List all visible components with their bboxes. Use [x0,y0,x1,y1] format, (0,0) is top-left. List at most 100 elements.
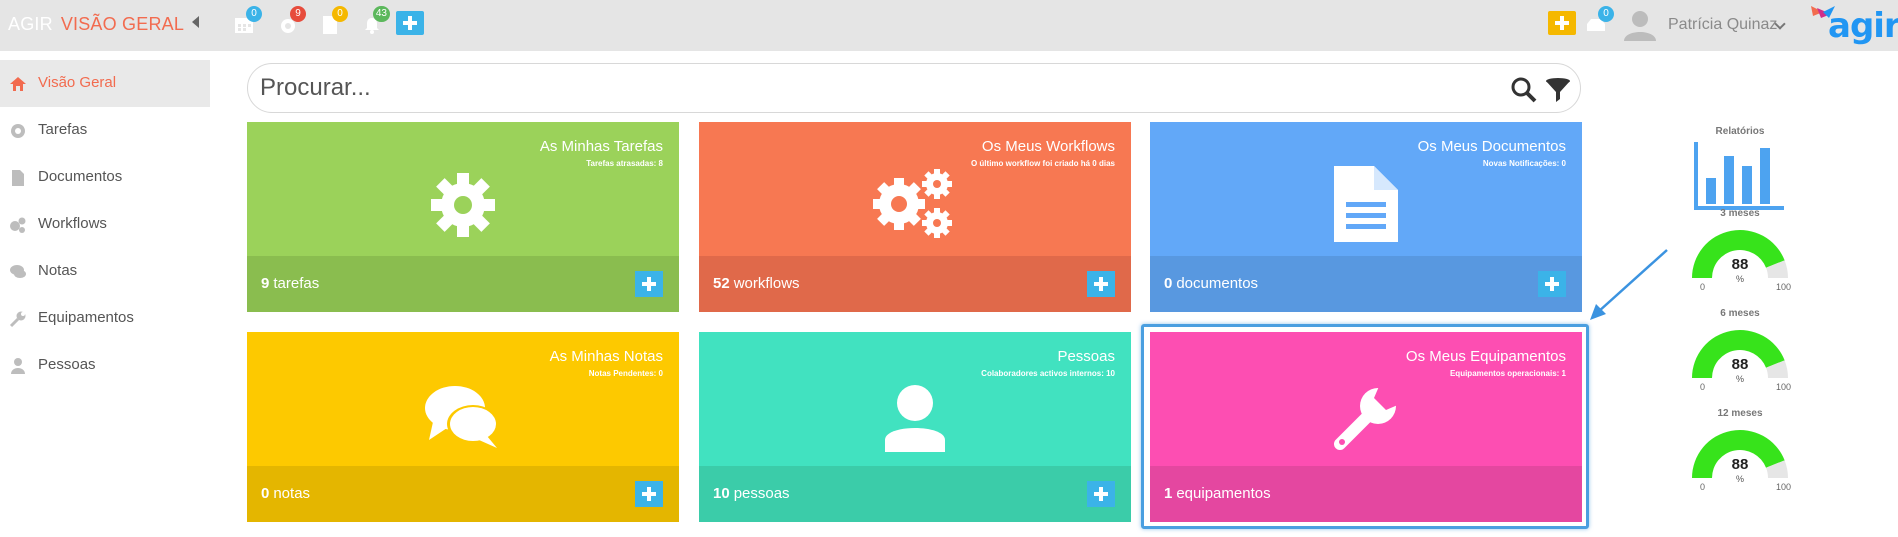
agir-logo: agir [1805,2,1898,48]
person-icon [885,385,945,452]
collapse-sidebar-icon[interactable] [192,16,199,28]
tile-tarefas[interactable]: As Minhas Tarefas Tarefas atrasadas: 8 9… [247,122,679,312]
tile-count: 52 workflows [713,275,800,292]
gauge[interactable]: 88% 0 100 [1680,224,1800,294]
tile-documentos[interactable]: Os Meus Documentos Novas Notificações: 0… [1150,122,1582,312]
gears-icon [873,169,952,238]
sidebar-item-equipamentos[interactable]: Equipamentos [0,295,210,342]
sidebar-item-notas[interactable]: Notas [0,248,210,295]
bar-chart-icon[interactable] [1694,142,1784,210]
tile-subtitle: Tarefas atrasadas: 8 [586,159,663,168]
tile-title: As Minhas Notas [549,348,663,365]
sidebar-item-visao-geral[interactable]: Visão Geral [0,60,210,107]
tile-title: Os Meus Documentos [1417,138,1566,155]
gauge-min: 0 [1700,282,1706,292]
sidebar-item-workflows[interactable]: Workflows [0,201,210,248]
gear-icon [431,173,495,237]
tile-subtitle: Notas Pendentes: 0 [588,369,663,378]
tile-subtitle: Colaboradores activos internos: 10 [981,369,1115,378]
add-pessoa-button[interactable] [1087,481,1115,507]
add-nota-button[interactable] [635,481,663,507]
top-bar: AGIR VISÃO GERAL 0 9 0 43 0 Patrícia Qui… [0,0,1898,51]
messages-badge: 0 [1598,6,1614,22]
documents-badge: 0 [332,6,348,22]
tile-footer: 10 pessoas [699,466,1131,522]
sidebar-item-documentos[interactable]: Documentos [0,154,210,201]
search-input[interactable] [260,72,1480,104]
tile-top: Pessoas Colaboradores activos internos: … [699,332,1131,466]
gauge[interactable]: 88% 0 100 [1680,324,1800,394]
document-icon [1334,166,1398,242]
wrench-icon [9,311,26,328]
tile-count-unit: tarefas [273,275,320,292]
gauge-value: 88 [1731,456,1749,473]
sidebar-item-label: Visão Geral [38,74,117,91]
highlight-frame [1141,324,1589,529]
reports-title: Relatórios [1715,126,1765,137]
gears-icon [10,217,26,233]
tile-count: 9 tarefas [261,275,319,292]
quick-add-button[interactable] [1548,11,1576,35]
avatar-icon[interactable] [1622,8,1658,42]
logo-text: agir [1828,6,1898,46]
chat-icon [10,265,26,278]
tile-count-unit: documentos [1176,275,1259,292]
annotation-arrow-icon [1590,249,1668,320]
tile-top: Os Meus Workflows O último workflow foi … [699,122,1131,256]
tile-workflows[interactable]: Os Meus Workflows O último workflow foi … [699,122,1131,312]
tile-count-unit: pessoas [733,485,790,502]
tile-footer: 0 notas [247,466,679,522]
sidebar-item-tarefas[interactable]: Tarefas [0,107,210,154]
sidebar-item-label: Tarefas [38,121,88,138]
tile-count-value: 52 [713,275,730,292]
tile-subtitle: O último workflow foi criado há 0 dias [970,159,1115,168]
gauge-value: 88 [1731,256,1749,273]
tile-top: Os Meus Documentos Novas Notificações: 0 [1150,122,1582,256]
add-tarefa-button[interactable] [635,271,663,297]
tile-count-value: 0 [261,485,270,502]
tile-count-unit: workflows [733,275,800,292]
gauge-label: 12 meses [1717,408,1763,419]
gauge-max: 100 [1776,382,1792,392]
filter-icon[interactable] [1544,76,1572,104]
tile-pessoas[interactable]: Pessoas Colaboradores activos internos: … [699,332,1131,522]
add-button[interactable] [396,11,424,35]
add-documento-button[interactable] [1538,271,1566,297]
brand[interactable]: AGIR VISÃO GERAL [8,14,184,35]
tasks-badge: 9 [290,6,306,22]
sidebar-item-label: Equipamentos [38,309,134,326]
tile-count-unit: notas [273,485,311,502]
sidebar-item-label: Documentos [38,168,123,185]
documents-button[interactable]: 0 [318,6,348,38]
tile-title: Pessoas [1057,348,1115,365]
tile-subtitle: Novas Notificações: 0 [1482,159,1566,168]
messages-button[interactable]: 0 [1584,6,1614,38]
gear-icon [11,124,25,138]
gauge-max: 100 [1776,482,1792,492]
search-icon[interactable] [1510,76,1538,104]
tile-count: 0 documentos [1164,275,1258,292]
tile-footer: 9 tarefas [247,256,679,312]
tile-footer: 0 documentos [1150,256,1582,312]
notifications-button[interactable]: 43 [360,6,390,38]
calendar-button[interactable]: 0 [232,6,262,38]
calendar-badge: 0 [246,6,262,22]
tile-top: As Minhas Notas Notas Pendentes: 0 [247,332,679,466]
tasks-button[interactable]: 9 [276,6,306,38]
sidebar-item-pessoas[interactable]: Pessoas [0,342,210,389]
home-icon [10,77,26,91]
tile-count-value: 9 [261,275,270,292]
brand-name: AGIR [8,14,53,34]
user-name[interactable]: Patrícia Quinaz [1668,16,1777,34]
section-title: VISÃO GERAL [60,14,185,34]
gauge-min: 0 [1700,482,1706,492]
sidebar-item-label: Workflows [38,215,107,232]
gauge[interactable]: 88% 0 100 [1680,424,1800,494]
tile-count-value: 10 [713,485,730,502]
tile-top: As Minhas Tarefas Tarefas atrasadas: 8 [247,122,679,256]
add-workflow-button[interactable] [1087,271,1115,297]
tile-title: As Minhas Tarefas [539,138,663,155]
tile-title: Os Meus Workflows [981,138,1115,155]
tile-footer: 52 workflows [699,256,1131,312]
tile-notas[interactable]: As Minhas Notas Notas Pendentes: 0 0 nota… [247,332,679,522]
